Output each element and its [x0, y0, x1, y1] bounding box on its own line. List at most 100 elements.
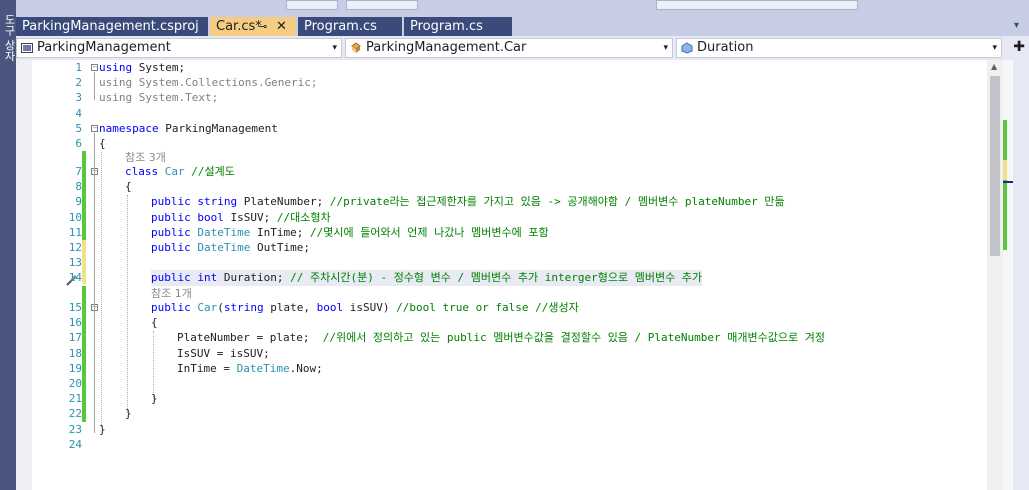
code-line-8: { [125, 180, 132, 194]
scrollbar-thumb[interactable] [990, 76, 1000, 256]
vertical-scrollbar[interactable]: ▲ [987, 60, 1003, 490]
top-toolbar-strip [16, 0, 1029, 14]
comment: //대소형차 [276, 210, 331, 224]
line-number: 16 [68, 316, 82, 330]
overview-margin[interactable] [1003, 60, 1029, 490]
code-text: OutTime; [250, 241, 310, 254]
class-icon [351, 42, 361, 53]
keyword: public [151, 271, 191, 285]
keyword: public [151, 210, 191, 224]
code-line-15: public Car(string plate, bool isSUV) //b… [151, 300, 579, 315]
code-line-2: using System.Collections.Generic; [99, 76, 318, 90]
code-text: ParkingManagement [158, 121, 278, 135]
code-text: InTime = [177, 361, 237, 375]
line-number: 21 [68, 392, 82, 406]
split-window-icon[interactable]: ✚ [1013, 39, 1025, 55]
line-number: 2 [75, 76, 82, 90]
tab-car-cs[interactable]: Car.cs* ⊸ ✕ [210, 17, 296, 36]
keyword: bool [197, 210, 224, 224]
member-dropdown[interactable]: Duration ▾ [676, 38, 1002, 58]
unsaved-change-marker [82, 240, 86, 284]
toolbar-control[interactable] [286, 0, 338, 10]
code-line-9: public string PlateNumber; //private라는 접… [151, 194, 785, 209]
chevron-down-icon: ▾ [332, 43, 337, 53]
code-line-18: IsSUV = isSUV; [177, 346, 270, 360]
indicator-margin [16, 60, 32, 490]
document-tab-bar: ParkingManagement.csproj Car.cs* ⊸ ✕ Pro… [16, 14, 1029, 36]
type-name: DateTime [197, 225, 251, 239]
tab-label: Car.cs* [216, 19, 262, 34]
line-number: 20 [68, 377, 82, 390]
keyword: public [151, 241, 191, 254]
line-number: 18 [68, 346, 82, 360]
collapse-icon[interactable]: − [91, 64, 98, 71]
code-line-14-selected: public int Duration; // 주차시간(분) - 정수형 변수… [151, 270, 703, 286]
line-number: 6 [75, 137, 82, 150]
saved-change-marker [82, 286, 86, 422]
keyword: bool [316, 301, 344, 314]
project-icon [21, 43, 33, 53]
code-line-23: } [99, 422, 106, 436]
change-map-mark [1003, 160, 1007, 180]
tab-program-cs[interactable]: Program.cs [298, 17, 402, 36]
scroll-up-icon[interactable]: ▲ [991, 62, 997, 71]
comment: // 주차시간(분) - 정수형 변수 / 멤버변수 추가 interger형으… [290, 271, 703, 285]
type-dropdown[interactable]: ParkingManagement.Car ▾ [345, 38, 673, 58]
code-line-1: using System; [99, 60, 185, 75]
type-name: DateTime [236, 361, 290, 375]
code-text: PlateNumber; [237, 195, 324, 209]
code-text: Duration; [217, 271, 284, 285]
comment: //bool true or false //생성자 [396, 301, 579, 314]
line-number: 17 [68, 331, 82, 345]
code-text: System; [132, 61, 186, 74]
line-number: 4 [75, 106, 82, 120]
toolbox-label[interactable]: 도구 상자 [1, 14, 17, 62]
code-text: plate, [263, 301, 317, 314]
line-number: 14 [68, 271, 82, 285]
indent-guide [153, 331, 154, 399]
keyword: string [197, 195, 238, 209]
keyword: int [197, 271, 218, 285]
toolbar-control[interactable] [656, 0, 858, 10]
code-text: ( [217, 301, 224, 314]
line-number: 7 [75, 165, 82, 178]
toolbox-side-panel[interactable]: 도구 상자 [0, 0, 16, 490]
code-line-7: class Car //설계도 [125, 164, 235, 179]
ctor-reference-codelens[interactable]: 참조 1개 [151, 287, 192, 301]
keyword: class [125, 165, 159, 178]
code-line-21: } [151, 392, 158, 406]
toolbar-control[interactable] [346, 0, 418, 10]
tab-program-cs-2[interactable]: Program.cs [404, 17, 512, 36]
line-number: 22 [68, 407, 82, 421]
tab-parkingmanagement-csproj[interactable]: ParkingManagement.csproj [16, 17, 208, 36]
navigation-bar: ParkingManagement ▾ ParkingManagement.Ca… [16, 36, 1029, 61]
close-icon[interactable]: ✕ [276, 17, 287, 36]
indent-guide [101, 152, 102, 427]
collapse-icon[interactable]: − [91, 125, 98, 132]
line-number: 10 [68, 210, 82, 224]
type-name: DateTime [197, 241, 251, 254]
field-icon [681, 42, 693, 54]
tab-overflow-dropdown-icon[interactable]: ▾ [1014, 20, 1019, 31]
code-line-22: } [125, 407, 132, 421]
member-dropdown-label: Duration [697, 40, 754, 55]
line-number: 12 [68, 241, 82, 254]
tab-label: ParkingManagement.csproj [22, 19, 199, 34]
code-text: .Now; [289, 361, 323, 375]
saved-change-marker [82, 151, 86, 240]
pin-icon[interactable]: ⊸ [258, 17, 267, 36]
fold-line [94, 72, 95, 100]
right-panel-strip [1013, 60, 1029, 490]
keyword: namespace [99, 121, 159, 135]
line-number: 24 [68, 437, 82, 451]
code-line-19: InTime = DateTime.Now; [177, 361, 323, 376]
line-number: 15 [68, 301, 82, 314]
line-number: 13 [68, 256, 82, 270]
project-dropdown[interactable]: ParkingManagement ▾ [16, 38, 342, 58]
keyword: public [151, 225, 191, 239]
comment: //설계도 [191, 165, 235, 178]
class-reference-codelens[interactable]: 참조 3개 [125, 151, 166, 165]
line-number: 3 [75, 91, 82, 105]
code-line-17: PlateNumber = plate; //위에서 정의하고 있는 publi… [177, 330, 825, 345]
code-editor[interactable]: 1 2 3 4 5 6 7 8 9 10 11 12 13 14 15 16 1… [16, 60, 1029, 490]
